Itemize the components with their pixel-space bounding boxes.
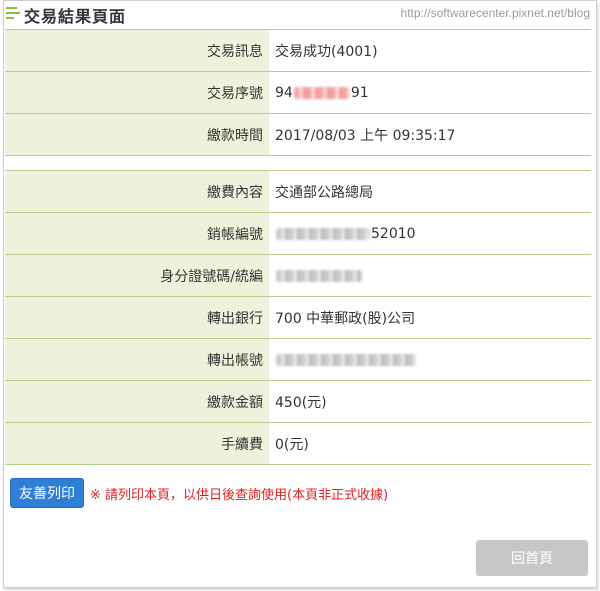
friendly-print-button[interactable]: 友善列印 [10, 478, 84, 508]
table-row: 交易訊息 交易成功(4001) [5, 29, 591, 72]
serial-label: 交易序號 [5, 71, 269, 114]
redacted-mask [293, 86, 350, 99]
serial-prefix: 94 [275, 84, 293, 101]
home-button[interactable]: 回首頁 [476, 540, 588, 576]
account-value: 52010 [269, 212, 591, 255]
table-row: 繳款時間 2017/08/03 上午 09:35:17 [5, 113, 591, 156]
fee-label: 手續費 [5, 422, 269, 465]
message-value: 交易成功(4001) [269, 29, 591, 72]
redacted-mask [276, 227, 370, 240]
menu-lines-icon [6, 7, 20, 19]
account-suffix: 52010 [371, 225, 416, 242]
time-value: 2017/08/03 上午 09:35:17 [269, 113, 591, 156]
transaction-info-table: 交易訊息 交易成功(4001) 交易序號 94 91 繳款時間 2017/08/0… [5, 29, 591, 156]
table-row: 轉出銀行 700 中華郵政(股)公司 [5, 296, 591, 339]
out-account-value [269, 338, 591, 381]
amount-label: 繳款金額 [5, 380, 269, 423]
page-title: 交易結果頁面 [24, 7, 127, 26]
content-label: 繳費內容 [5, 170, 269, 213]
result-page: 交易結果頁面 http://softwarecenter.pixnet.net/… [3, 0, 597, 588]
table-row: 身分證號碼/統編 [5, 254, 591, 297]
blog-watermark: http://softwarecenter.pixnet.net/blog [400, 6, 590, 20]
table-row: 繳費內容 交通部公路總局 [5, 170, 591, 213]
table-row: 轉出帳號 [5, 338, 591, 381]
bank-label: 轉出銀行 [5, 296, 269, 339]
table-row: 銷帳編號 52010 [5, 212, 591, 255]
amount-value: 450(元) [269, 380, 591, 423]
id-label: 身分證號碼/統編 [5, 254, 269, 297]
print-row: 友善列印 ※ 請列印本頁，以供日後查詢使用(本頁非正式收據) [10, 478, 389, 508]
bank-value: 700 中華郵政(股)公司 [269, 296, 591, 339]
payment-info-table: 繳費內容 交通部公路總局 銷帳編號 52010 身分證號碼/統編 轉出銀行 70… [5, 170, 591, 465]
page-header: 交易結果頁面 http://softwarecenter.pixnet.net/… [4, 1, 596, 27]
time-label: 繳款時間 [5, 113, 269, 156]
serial-suffix: 91 [350, 84, 369, 101]
redacted-mask [276, 269, 362, 282]
fee-value: 0(元) [269, 422, 591, 465]
serial-value: 94 91 [269, 71, 591, 114]
table-row: 交易序號 94 91 [5, 71, 591, 114]
id-value [269, 254, 591, 297]
out-account-label: 轉出帳號 [5, 338, 269, 381]
table-row: 手續費 0(元) [5, 422, 591, 465]
account-label: 銷帳編號 [5, 212, 269, 255]
content-value: 交通部公路總局 [269, 170, 591, 213]
table-row: 繳款金額 450(元) [5, 380, 591, 423]
message-label: 交易訊息 [5, 29, 269, 72]
redacted-mask [276, 353, 416, 366]
print-notice: ※ 請列印本頁，以供日後查詢使用(本頁非正式收據) [90, 487, 389, 503]
